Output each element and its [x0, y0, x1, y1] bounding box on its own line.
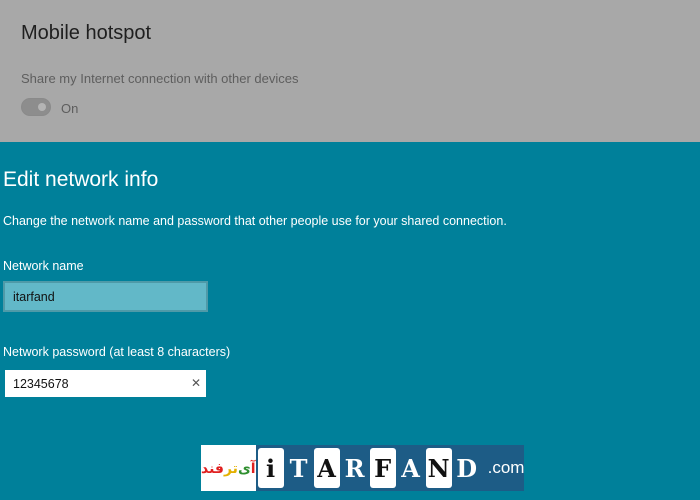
toggle-knob: [38, 103, 46, 111]
watermark-suffix: .com: [487, 458, 525, 477]
network-password-label: Network password (at least 8 characters): [3, 345, 231, 359]
watermark-glyph-strip: i T A R F A N D .com: [255, 445, 525, 491]
watermark-glyph: T: [285, 448, 312, 488]
page-title: Mobile hotspot: [21, 22, 152, 44]
watermark-glyph: N: [425, 448, 452, 488]
watermark-glyph: i: [257, 448, 284, 488]
hotspot-description: Share my Internet connection with other …: [21, 71, 299, 86]
hotspot-toggle[interactable]: [21, 98, 51, 116]
network-name-input[interactable]: [3, 281, 208, 312]
watermark-logo: آ ی تر فند i T A R F A N D .com: [201, 445, 525, 491]
watermark-glyph: A: [313, 448, 340, 488]
toggle-state-label: On: [61, 101, 79, 116]
background-settings-page: Mobile hotspot Share my Internet connect…: [0, 0, 700, 142]
watermark-glyph: F: [369, 448, 396, 488]
dialog-title: Edit network info: [3, 168, 159, 191]
watermark-glyph: R: [341, 448, 368, 488]
watermark-glyph: A: [397, 448, 424, 488]
watermark-glyph: D: [453, 448, 480, 488]
dialog-description: Change the network name and password tha…: [3, 214, 507, 228]
watermark-persian-text: آ ی تر فند: [201, 445, 256, 491]
close-icon[interactable]: ✕: [188, 375, 204, 391]
network-name-label: Network name: [3, 259, 84, 273]
network-password-input[interactable]: [3, 368, 208, 399]
